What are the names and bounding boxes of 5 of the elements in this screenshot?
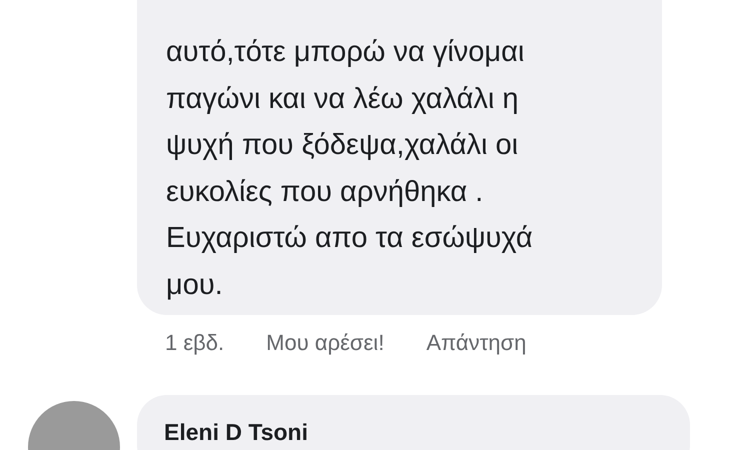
author-name[interactable]: Eleni D Tsoni	[164, 419, 308, 445]
comment-text: αυτό,τότε μπορώ να γίνομαι παγώνι και να λέω χαλάλι η ψυχή που ξόδεψα,χαλάλι οι ευκολίες που αρνήθηκα . Ευχαριστώ απο τα εσώψυχά μου.	[166, 35, 534, 302]
reply-link[interactable]: Απάντηση	[426, 326, 526, 358]
comment-time: 1 εβδ.	[165, 328, 224, 357]
like-link[interactable]: Μου αρέσει!	[266, 326, 384, 358]
